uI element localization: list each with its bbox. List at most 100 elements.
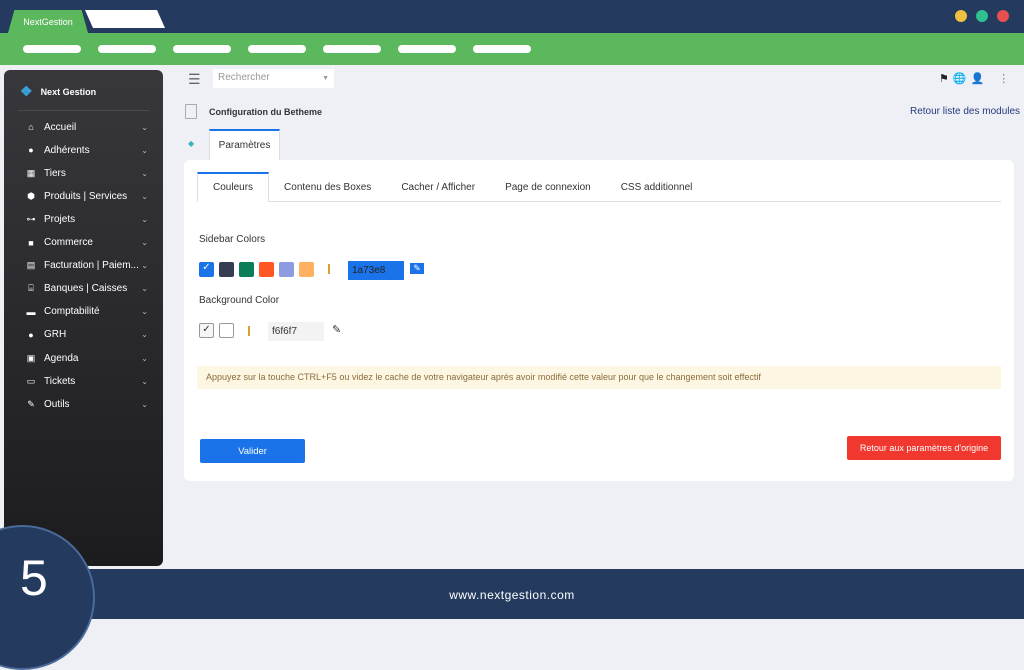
sidebar-item-label: Comptabilité [44,306,100,318]
tab-4[interactable]: CSS additionnel [606,172,708,202]
color-swatch[interactable] [299,262,314,277]
search-placeholder: Rechercher [218,72,270,83]
color-picker-icon[interactable]: ✎ [332,323,341,336]
browser-tab[interactable]: NextGestion [8,10,88,33]
tab-parametres[interactable]: Paramètres [209,129,280,160]
reset-defaults-button[interactable]: Retour aux paramètres d'origine [847,436,1001,460]
tab-label: Paramètres [218,140,271,151]
flag-icon[interactable]: ⚑ [939,72,949,85]
bank-icon: ⌸ [28,283,34,294]
sitemap-icon: ⊶ [26,213,36,224]
sidebar-item-label: Accueil [44,121,77,133]
minimize-dot[interactable] [955,10,967,22]
sidebar-item[interactable]: ▤ Facturation | Paiem... ⌄ [24,258,148,274]
sidebar-item[interactable]: ⌂ Accueil ⌄ [24,119,148,135]
sidebar-item-label: Outils [44,398,70,410]
back-to-modules-link[interactable]: Retour liste des modules [910,106,1020,117]
user-icon[interactable]: 👤 [971,72,985,85]
color-swatch[interactable] [219,262,234,277]
tab-0[interactable]: Couleurs [197,172,270,202]
sidebar-item[interactable]: ● Adhérents ⌄ [24,142,148,158]
user-icon: ● [28,329,34,340]
check-icon: ✓ [202,262,211,273]
brand[interactable]: ❖ Next Gestion [20,83,96,100]
sidebar-item-label: Facturation | Paiem... [44,260,139,272]
sidebar-item[interactable]: ⌸ Banques | Caisses ⌄ [24,281,148,297]
chevron-down-icon: ⌄ [141,145,148,155]
settings-card: Couleurs Contenu des Boxes Cacher / Affich… [184,160,1014,481]
nav-placeholder [98,45,156,53]
chevron-down-icon: ⌄ [141,261,148,271]
sidebar-item-label: Tiers [44,167,66,179]
sidebar-item-label: Produits | Services [44,190,128,202]
color-swatch[interactable]: ✓ [199,323,214,338]
input-value: f6f6f7 [272,326,298,337]
gem-icon: ◆ [188,139,195,148]
input-value: 1a73e8 [352,265,386,276]
sidebar-item-label: Agenda [44,352,79,364]
background-color-label: Background Color [199,295,280,306]
sidebar-item[interactable]: ■ Commerce ⌄ [24,235,148,251]
check-icon: ✓ [202,324,211,335]
tab-label: NextGestion [23,16,73,27]
nav-placeholder [173,45,231,53]
file-invoice-icon: ▤ [26,260,36,271]
brand-name: Next Gestion [40,86,97,97]
page-title: Configuration du Betheme [209,107,322,117]
sidebar-item-label: Commerce [44,237,93,248]
briefcase-icon: ■ [28,237,34,248]
browser-tab-blank[interactable] [85,10,165,28]
chevron-down-icon: ⌄ [141,330,148,340]
step-number: 5 [20,550,48,606]
background-color-input[interactable]: f6f6f7 [268,322,324,341]
color-swatch[interactable] [219,323,234,338]
sidebar-item[interactable]: ▦ Tiers ⌄ [24,165,148,181]
calendar-icon: ▣ [26,352,36,363]
sidebar-item[interactable]: ▭ Tickets ⌄ [24,373,148,389]
ticket-icon: ▭ [26,375,36,386]
sidebar-item-label: GRH [44,329,67,341]
menu-icon[interactable]: ☰ [188,71,201,88]
sidebar-colors-label: Sidebar Colors [199,234,266,245]
tab-2[interactable]: Cacher / Afficher [386,172,490,202]
nav-placeholder [23,45,81,53]
color-swatch[interactable]: ✓ [199,262,214,277]
building-icon: ▦ [26,167,36,178]
chevron-down-icon: ⌄ [141,353,148,363]
ledger-icon: ▬ [26,306,36,317]
button-label: Retour aux paramètres d'origine [859,443,989,453]
chevron-down-icon: ⌄ [141,122,148,132]
sidebar-item[interactable]: ⊶ Projets ⌄ [24,211,149,227]
color-picker-icon[interactable]: ✎ [410,263,424,274]
close-dot[interactable] [997,10,1009,22]
sidebar-item[interactable]: ▬ Comptabilité ⌄ [24,304,149,320]
nav-placeholder [248,45,306,53]
sidebar-item[interactable]: ▣ Agenda ⌄ [24,350,148,366]
user-icon: ● [28,145,34,156]
tab-3[interactable]: Page de connexion [490,172,606,202]
sidebar-item[interactable]: ⬢ Produits | Services ⌄ [24,188,148,204]
chevron-down-icon: ⌄ [141,168,148,178]
submit-button[interactable]: Valider [200,439,305,463]
color-swatch[interactable] [279,262,294,277]
more-icon[interactable]: ⋮ [998,72,1009,85]
search-input[interactable]: Rechercher ▼ [213,69,334,88]
separator-bar [248,326,250,336]
sidebar-color-input[interactable]: 1a73e8 [348,261,404,280]
globe-icon[interactable]: 🌐 [953,72,967,85]
footer: www.nextgestion.com [0,569,1024,619]
sidebar-item[interactable]: ● GRH ⌄ [24,327,148,343]
chevron-down-icon: ⌄ [141,214,148,224]
logo-icon: ❖ [20,83,33,99]
wrench-icon: ✎ [27,398,35,409]
chevron-down-icon: ⌄ [141,238,148,247]
sidebar-item[interactable]: ✎ Outils ⌄ [24,396,148,412]
maximize-dot[interactable] [976,10,988,22]
color-swatch[interactable] [239,262,254,277]
sidebar: ❖ Next Gestion ⌂ Accueil ⌄ ● Adhérents ⌄ ▦ Tiers… [4,70,163,566]
document-icon [185,104,197,119]
notice-text: Appuyez sur la touche CTRL+F5 ou videz l… [206,372,761,382]
tab-1[interactable]: Contenu des Boxes [269,172,386,202]
color-swatch[interactable] [259,262,274,277]
box-icon: ⬢ [27,190,35,201]
